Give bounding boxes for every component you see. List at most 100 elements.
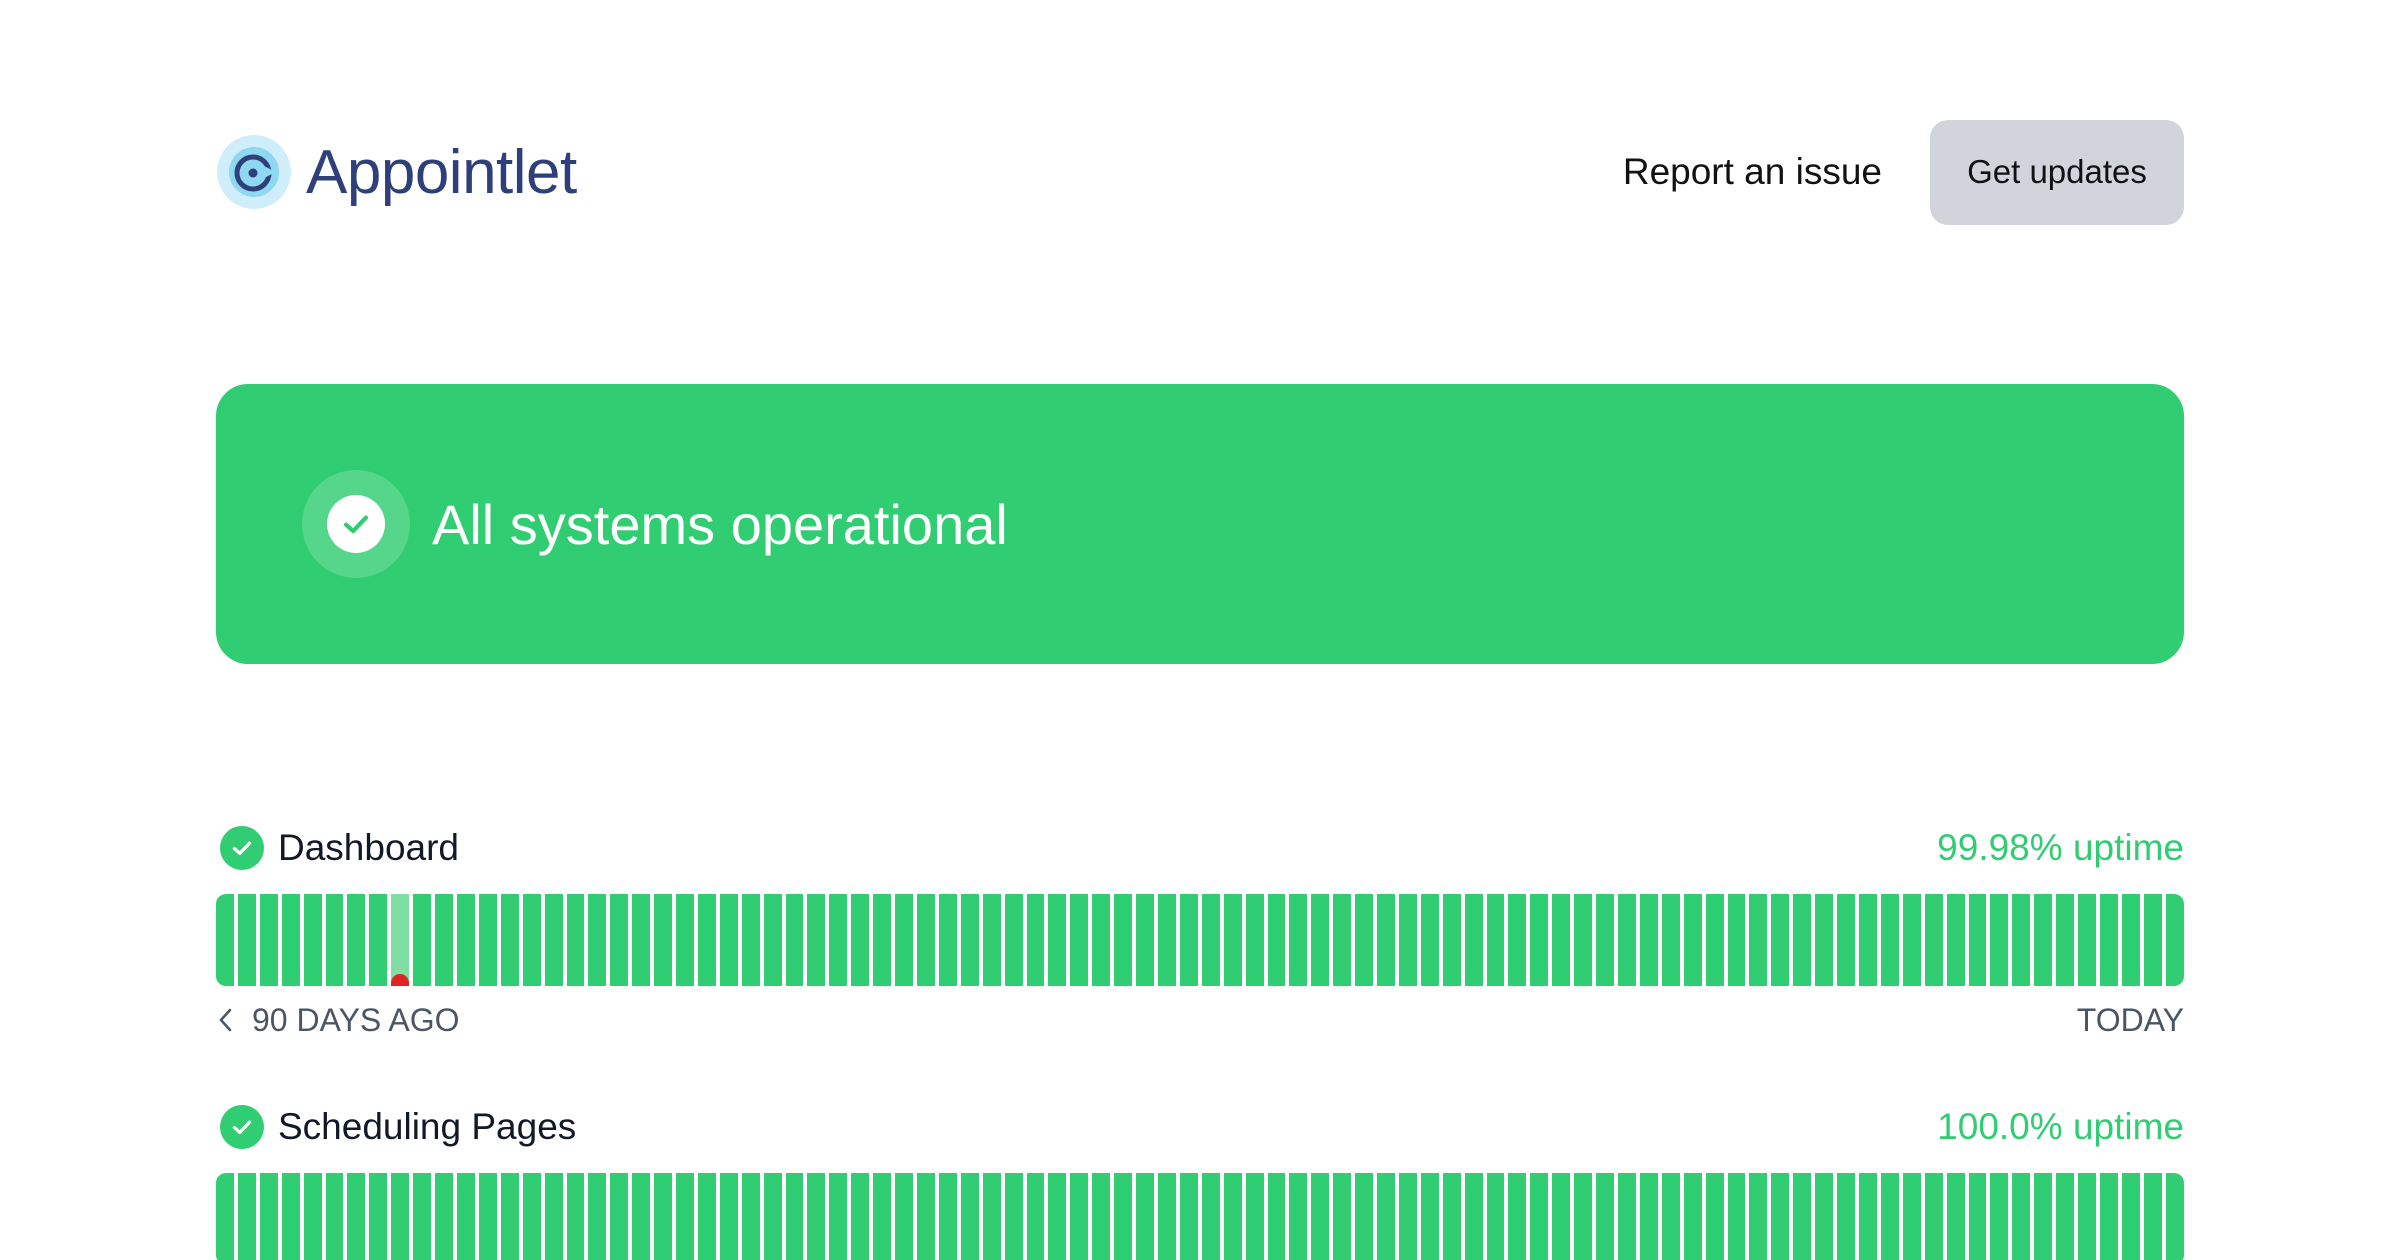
uptime-day-bar[interactable] xyxy=(1311,894,1330,986)
uptime-day-bar-incident[interactable] xyxy=(391,894,410,986)
uptime-day-bar[interactable] xyxy=(1004,1173,1023,1260)
uptime-day-bar[interactable] xyxy=(938,1173,957,1260)
uptime-day-bar[interactable] xyxy=(1552,894,1571,986)
uptime-day-bar[interactable] xyxy=(1201,1173,1220,1260)
uptime-day-bar[interactable] xyxy=(259,1173,278,1260)
uptime-day-bar[interactable] xyxy=(522,1173,541,1260)
uptime-day-bar[interactable] xyxy=(807,1173,826,1260)
uptime-day-bar[interactable] xyxy=(259,894,278,986)
uptime-day-bar[interactable] xyxy=(697,894,716,986)
uptime-day-bar[interactable] xyxy=(1464,894,1483,986)
uptime-day-bar[interactable] xyxy=(1837,1173,1855,1260)
uptime-day-bar[interactable] xyxy=(1902,1173,1921,1260)
uptime-day-bar[interactable] xyxy=(1683,1173,1702,1260)
uptime-day-bar[interactable] xyxy=(2165,1173,2184,1260)
uptime-day-bar[interactable] xyxy=(1486,894,1505,986)
uptime-day-bar[interactable] xyxy=(1026,894,1045,986)
uptime-day-bar[interactable] xyxy=(851,894,870,986)
uptime-day-bar[interactable] xyxy=(413,1173,432,1260)
uptime-day-bar[interactable] xyxy=(566,894,585,986)
uptime-day-bar[interactable] xyxy=(829,1173,848,1260)
uptime-day-bar[interactable] xyxy=(1880,1173,1899,1260)
uptime-day-bar[interactable] xyxy=(544,1173,563,1260)
uptime-day-bar[interactable] xyxy=(1398,1173,1417,1260)
uptime-day-bar[interactable] xyxy=(785,894,804,986)
uptime-day-bar[interactable] xyxy=(807,894,826,986)
uptime-day-bar[interactable] xyxy=(1815,894,1834,986)
uptime-day-bar[interactable] xyxy=(347,894,366,986)
uptime-day-bar[interactable] xyxy=(2143,894,2162,986)
uptime-day-bar[interactable] xyxy=(435,894,453,986)
uptime-day-bar[interactable] xyxy=(1596,894,1614,986)
logo[interactable]: Appointlet xyxy=(216,134,577,210)
uptime-day-bar[interactable] xyxy=(2121,894,2140,986)
uptime-day-bar[interactable] xyxy=(1968,1173,1987,1260)
uptime-day-bar[interactable] xyxy=(522,894,541,986)
uptime-day-bar[interactable] xyxy=(1771,894,1790,986)
uptime-day-bar[interactable] xyxy=(873,1173,892,1260)
uptime-day-bar[interactable] xyxy=(237,894,256,986)
uptime-day-bar[interactable] xyxy=(1552,1173,1571,1260)
uptime-day-bar[interactable] xyxy=(2078,894,2096,986)
uptime-day-bar[interactable] xyxy=(1355,1173,1374,1260)
uptime-day-bar[interactable] xyxy=(1311,1173,1330,1260)
uptime-day-bar[interactable] xyxy=(237,1173,256,1260)
uptime-day-bar[interactable] xyxy=(588,1173,607,1260)
uptime-day-bar[interactable] xyxy=(456,894,475,986)
uptime-day-bar[interactable] xyxy=(917,894,935,986)
uptime-day-bar[interactable] xyxy=(697,1173,716,1260)
uptime-day-bar[interactable] xyxy=(1508,894,1527,986)
uptime-day-bar[interactable] xyxy=(1114,894,1133,986)
uptime-day-bar[interactable] xyxy=(1245,1173,1264,1260)
report-issue-link[interactable]: Report an issue xyxy=(1623,151,1882,193)
uptime-day-bar[interactable] xyxy=(303,1173,322,1260)
uptime-day-bar[interactable] xyxy=(1070,1173,1089,1260)
uptime-day-bar[interactable] xyxy=(1705,1173,1724,1260)
uptime-day-bar[interactable] xyxy=(1333,1173,1352,1260)
chevron-left-icon[interactable] xyxy=(216,1006,236,1034)
uptime-day-bar[interactable] xyxy=(654,1173,673,1260)
uptime-day-bar[interactable] xyxy=(1574,894,1593,986)
uptime-day-bar[interactable] xyxy=(785,1173,804,1260)
uptime-day-bar[interactable] xyxy=(1157,1173,1176,1260)
uptime-day-bar[interactable] xyxy=(544,894,563,986)
uptime-day-bar[interactable] xyxy=(216,894,234,986)
uptime-day-bar[interactable] xyxy=(1639,894,1658,986)
uptime-day-bar[interactable] xyxy=(1442,1173,1461,1260)
uptime-day-bar[interactable] xyxy=(632,1173,651,1260)
uptime-day-bar[interactable] xyxy=(566,1173,585,1260)
uptime-day-bar[interactable] xyxy=(1749,1173,1768,1260)
uptime-day-bar[interactable] xyxy=(1924,894,1943,986)
uptime-day-bar[interactable] xyxy=(1442,894,1461,986)
uptime-day-bar[interactable] xyxy=(1880,894,1899,986)
uptime-day-bar[interactable] xyxy=(873,894,892,986)
get-updates-button[interactable]: Get updates xyxy=(1930,119,2184,225)
uptime-day-bar[interactable] xyxy=(1289,1173,1308,1260)
uptime-day-bar[interactable] xyxy=(1004,894,1023,986)
uptime-day-bar[interactable] xyxy=(1267,894,1286,986)
uptime-day-bar[interactable] xyxy=(741,1173,760,1260)
uptime-day-bar[interactable] xyxy=(369,894,388,986)
uptime-day-bar[interactable] xyxy=(1420,894,1439,986)
uptime-day-bar[interactable] xyxy=(1136,1173,1154,1260)
uptime-day-bar[interactable] xyxy=(1661,894,1680,986)
uptime-day-bar[interactable] xyxy=(960,894,979,986)
uptime-day-bar[interactable] xyxy=(960,1173,979,1260)
uptime-day-bar[interactable] xyxy=(1858,1173,1877,1260)
uptime-day-bar[interactable] xyxy=(478,894,497,986)
uptime-day-bar[interactable] xyxy=(1070,894,1089,986)
uptime-day-bar[interactable] xyxy=(391,1173,410,1260)
uptime-day-bar[interactable] xyxy=(895,894,913,986)
uptime-day-bar[interactable] xyxy=(938,894,957,986)
uptime-day-bar[interactable] xyxy=(610,1173,629,1260)
uptime-day-bar[interactable] xyxy=(2034,894,2053,986)
uptime-day-bar[interactable] xyxy=(1749,894,1768,986)
uptime-day-bar[interactable] xyxy=(1377,1173,1395,1260)
uptime-day-bar[interactable] xyxy=(719,894,738,986)
uptime-day-bar[interactable] xyxy=(763,1173,782,1260)
uptime-day-bar[interactable] xyxy=(1618,1173,1636,1260)
uptime-day-bar[interactable] xyxy=(281,1173,300,1260)
uptime-day-bar[interactable] xyxy=(413,894,432,986)
uptime-day-bar[interactable] xyxy=(676,1173,694,1260)
uptime-day-bar[interactable] xyxy=(500,894,519,986)
